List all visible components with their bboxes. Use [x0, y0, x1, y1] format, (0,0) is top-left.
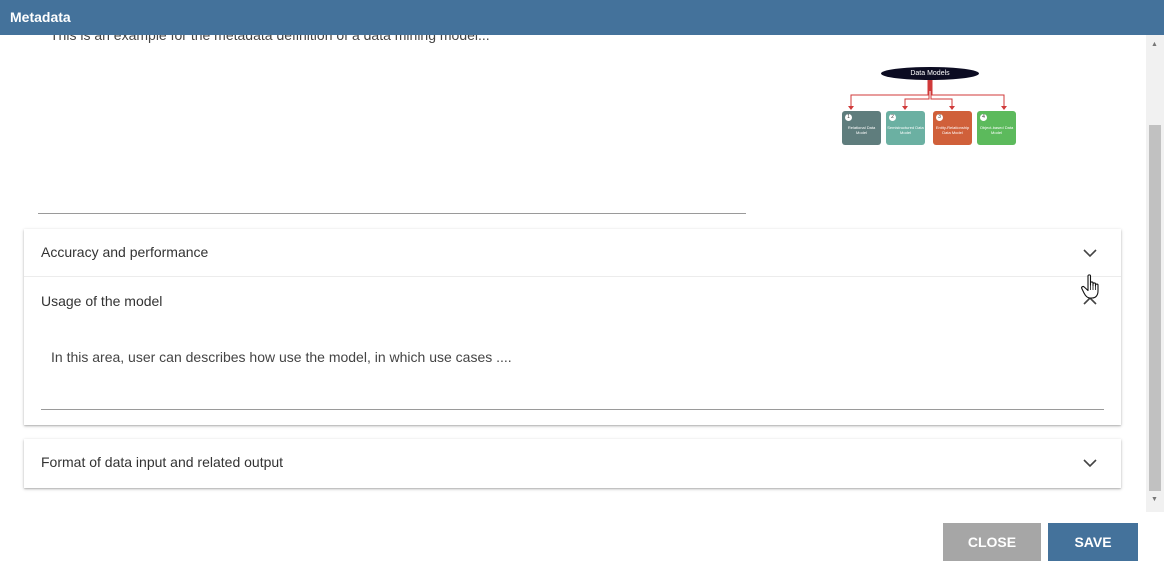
dialog-content[interactable]: This is an example for the metadata defi…	[0, 35, 1146, 512]
accordion-group-2: Format of data input and related output	[24, 439, 1121, 488]
description-text[interactable]: This is an example for the metadata defi…	[50, 35, 490, 43]
diagram-box-number: 3	[936, 114, 943, 121]
diagram-box-2: 2 Semistructured Data Model	[886, 111, 925, 145]
section-header-usage[interactable]: Usage of the model	[24, 278, 1121, 326]
diagram-title: Data Models	[881, 67, 979, 80]
diagram-box-1: 1 Relational Data Model	[842, 111, 881, 145]
close-button[interactable]: CLOSE	[943, 523, 1041, 561]
description-underline	[38, 213, 746, 214]
diagram-box-4: 4 Object-based Data Model	[977, 111, 1016, 145]
dialog-title-bar: Metadata	[0, 0, 1164, 35]
diagram-box-label: Semistructured Data Model	[887, 125, 924, 135]
section-header-accuracy[interactable]: Accuracy and performance	[24, 229, 1121, 277]
diagram-box-number: 2	[889, 114, 896, 121]
hand-cursor-icon	[1081, 274, 1099, 299]
section-title: Usage of the model	[41, 293, 163, 309]
data-models-diagram: Data Models 1 Relational Data Model 2 Se…	[838, 63, 1022, 149]
section-header-format[interactable]: Format of data input and related output	[24, 439, 1121, 487]
diagram-box-number: 1	[845, 114, 852, 121]
section-divider	[24, 276, 1121, 277]
dialog-title: Metadata	[10, 9, 71, 25]
accordion-group-1: Accuracy and performance Usage of the mo…	[24, 229, 1121, 425]
vertical-scrollbar[interactable]: ▲ ▼	[1146, 35, 1164, 512]
chevron-down-icon[interactable]	[1083, 458, 1097, 468]
diagram-box-3: 3 Entity-Relationship Data Model	[933, 111, 972, 145]
section-title: Accuracy and performance	[41, 244, 209, 260]
diagram-box-label: Entity-Relationship Data Model	[935, 125, 970, 135]
save-button[interactable]: SAVE	[1048, 523, 1138, 561]
usage-text[interactable]: In this area, user can describes how use…	[51, 349, 512, 365]
diagram-box-label: Object-based Data Model	[979, 125, 1014, 135]
diagram-box-number: 4	[980, 114, 987, 121]
scrollbar-thumb[interactable]	[1149, 125, 1161, 491]
chevron-down-icon[interactable]	[1083, 248, 1097, 258]
usage-underline	[41, 409, 1104, 410]
diagram-box-label: Relational Data Model	[847, 125, 876, 135]
section-title: Format of data input and related output	[41, 454, 284, 470]
scroll-down-arrow-icon[interactable]: ▼	[1151, 496, 1158, 503]
scroll-up-arrow-icon[interactable]: ▲	[1151, 41, 1158, 48]
